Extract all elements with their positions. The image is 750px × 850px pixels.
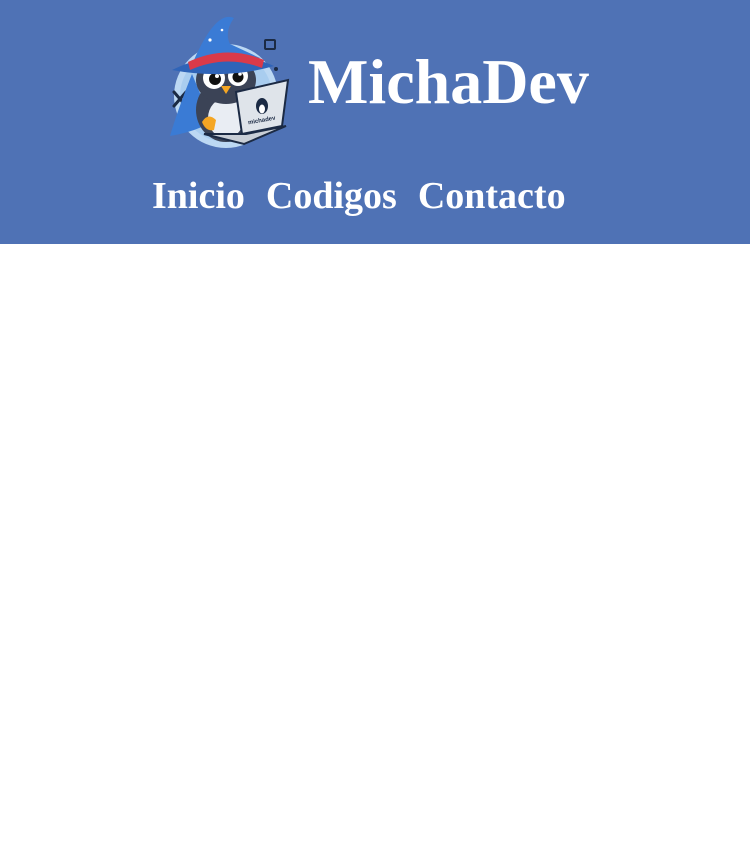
nav-link-contacto[interactable]: Contacto [418,175,566,218]
site-header: michadev MichaDev Inicio Codigos Contact… [0,0,750,244]
nav-link-codigos[interactable]: Codigos [266,175,397,218]
site-title: MichaDev [308,46,589,117]
brand: michadev MichaDev [164,14,589,150]
nav-link-inicio[interactable]: Inicio [152,175,245,218]
main-nav: Inicio Codigos Contacto [152,175,566,218]
wizard-penguin-logo-icon[interactable]: michadev [164,14,294,150]
main-content [0,244,750,850]
